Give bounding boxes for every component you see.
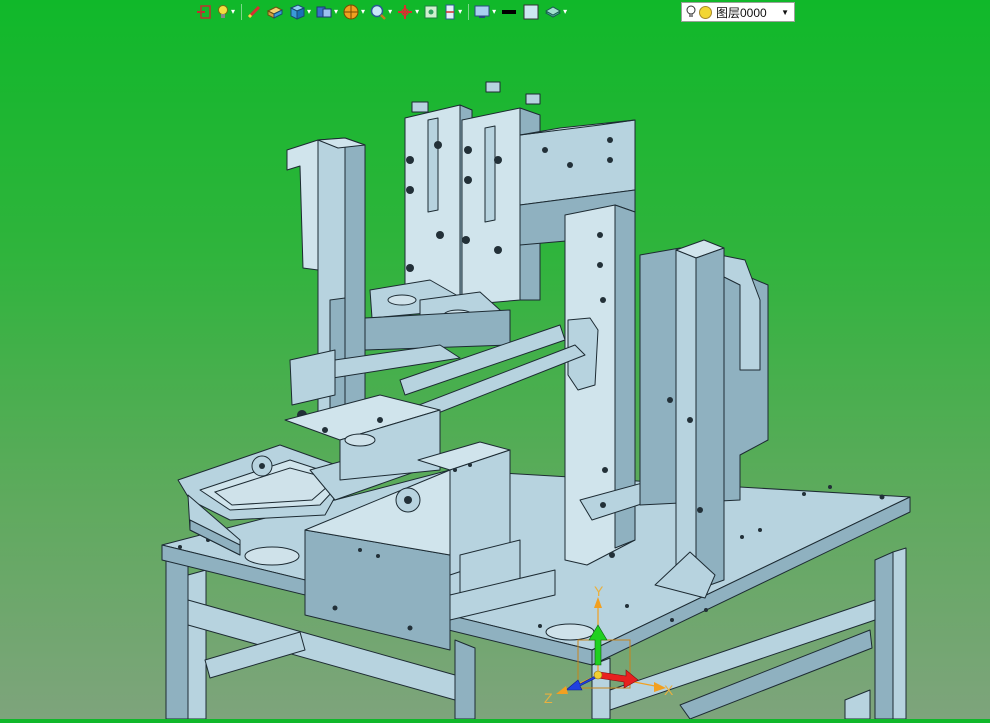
light-dropdown-arrow[interactable]: ▾ — [231, 8, 235, 16]
view-orientation-button[interactable]: ▾ — [288, 1, 311, 23]
section-view-button[interactable]: ▾ — [443, 1, 462, 23]
pan-button[interactable]: ▾ — [396, 1, 419, 23]
view-toolbar: ▾ ▾ ▾ ▾ ▾ ▾ ▾ ▾ ▾ — [196, 0, 571, 24]
chevron-down-icon[interactable]: ▼ — [781, 8, 789, 17]
fit-view-button[interactable] — [423, 1, 439, 23]
layer-manager-dropdown-arrow[interactable]: ▾ — [563, 8, 567, 16]
section-dropdown-arrow[interactable]: ▾ — [458, 8, 462, 16]
pan-dropdown-arrow[interactable]: ▾ — [415, 8, 419, 16]
views-dropdown-arrow[interactable]: ▾ — [334, 8, 338, 16]
layer-color-swatch[interactable] — [699, 5, 712, 19]
cube-view-icon — [289, 4, 306, 20]
light-bulb-icon — [218, 5, 228, 18]
solid-box-icon — [266, 6, 284, 19]
face-color-button[interactable] — [522, 1, 540, 23]
zoom-icon — [370, 4, 386, 20]
layer-manager-button[interactable]: ▾ — [544, 1, 567, 23]
pan-icon — [398, 5, 413, 19]
y-axis-label: Y — [594, 583, 604, 599]
pen-icon — [247, 5, 261, 19]
views-icon — [316, 6, 332, 18]
display-button[interactable]: ▾ — [473, 1, 496, 23]
zoom-dropdown-arrow[interactable]: ▾ — [388, 8, 392, 16]
layer-select[interactable]: 图层0000 ▼ — [681, 2, 795, 22]
layer-name: 图层0000 — [716, 5, 767, 20]
x-axis-label: X — [664, 682, 674, 698]
views-button[interactable]: ▾ — [315, 1, 338, 23]
draw-button[interactable] — [246, 1, 262, 23]
toolbar-separator — [241, 4, 243, 20]
display-dropdown-arrow[interactable]: ▾ — [492, 8, 496, 16]
zoom-button[interactable]: ▾ — [369, 1, 392, 23]
render-mode-dropdown-arrow[interactable]: ▾ — [361, 8, 365, 16]
render-mode-button[interactable]: ▾ — [342, 1, 365, 23]
exit-sketch-button[interactable] — [196, 1, 212, 23]
line-color-button[interactable] — [500, 1, 518, 23]
display-monitor-icon — [474, 5, 490, 18]
light-button[interactable]: ▾ — [216, 1, 235, 23]
machine-model[interactable]: .p { fill:#b7d3df; stroke:#1d2b33; strok… — [0, 0, 990, 720]
z-axis-label: Z — [544, 690, 553, 706]
layer-stack-icon — [545, 6, 562, 18]
face-color-icon — [523, 4, 539, 20]
fit-view-icon — [424, 5, 438, 19]
cad-viewport[interactable]: .p { fill:#b7d3df; stroke:#1d2b33; strok… — [0, 0, 990, 720]
line-color-icon — [502, 10, 517, 14]
toolbar-separator — [468, 4, 470, 20]
render-ball-icon — [343, 4, 359, 20]
view-orientation-dropdown-arrow[interactable]: ▾ — [307, 8, 311, 16]
solid-button[interactable] — [266, 1, 284, 23]
exit-sketch-icon — [197, 5, 211, 19]
layer-visible-bulb-icon[interactable] — [686, 5, 696, 19]
section-icon — [445, 4, 455, 20]
